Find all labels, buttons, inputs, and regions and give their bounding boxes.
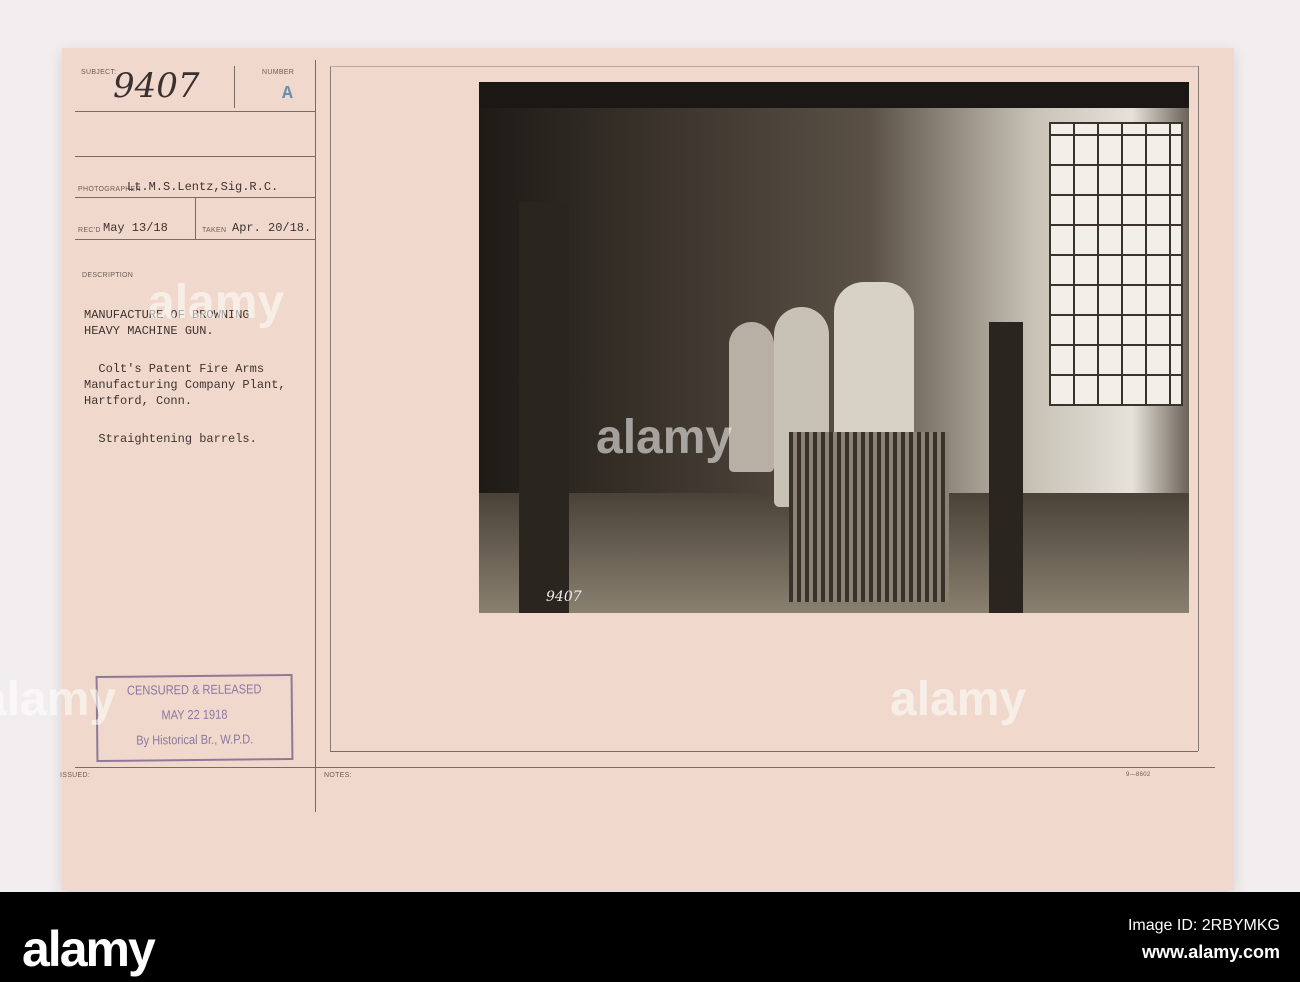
stamp-line: By Historical Br., W.P.D.	[136, 731, 254, 748]
taken-value: Apr. 20/18.	[232, 221, 312, 235]
number-value: A	[282, 84, 293, 104]
taken-label: TAKEN	[202, 227, 227, 234]
description-line: Colt's Patent Fire Arms	[84, 362, 265, 376]
recd-label: REC'D	[78, 227, 101, 234]
stamp-line: CENSURED & RELEASED	[126, 681, 262, 698]
notes-label: NOTES:	[324, 772, 352, 779]
photo-frame-right	[1198, 66, 1199, 751]
number-label: NUMBER	[262, 69, 295, 76]
divider-bottom	[75, 767, 1215, 768]
divider	[75, 111, 315, 112]
watermark: alamy	[890, 673, 1027, 726]
image-id: Image ID: 2RBYMKG	[1127, 917, 1280, 934]
barrel-rack	[789, 432, 949, 602]
description-line: Hartford, Conn.	[84, 394, 193, 408]
photo-frame-left	[330, 66, 331, 751]
censored-stamp: CENSURED & RELEASED MAY 22 1918 By Histo…	[95, 673, 294, 763]
photo-frame-bottom	[330, 751, 1198, 752]
issued-label: ISSUED:	[60, 772, 91, 779]
divider	[75, 239, 315, 240]
photo-marking: 9407	[546, 589, 582, 605]
divider	[75, 156, 315, 157]
ceiling	[479, 82, 1189, 108]
watermark: alamy	[596, 411, 733, 464]
machine-column	[519, 202, 569, 613]
divider-vertical	[315, 60, 316, 812]
footer-bar	[0, 892, 1300, 982]
photographer-value: Lt.M.S.Lentz,Sig.R.C.	[127, 180, 279, 194]
photo-frame-top	[330, 66, 1198, 67]
watermark: alamy	[0, 673, 117, 726]
subject-value: 9407	[113, 66, 200, 106]
subject-label: SUBJECT:	[81, 69, 117, 76]
description-line: Manufacturing Company Plant,	[84, 378, 286, 392]
stamp-line: MAY 22 1918	[161, 706, 228, 723]
alamy-logo: alamy	[22, 921, 156, 977]
divider-number	[234, 66, 235, 108]
description-line: Straightening barrels.	[84, 432, 257, 446]
site-url[interactable]: www.alamy.com	[1142, 942, 1280, 963]
watermark: alamy	[148, 276, 285, 329]
description-label: DESCRIPTION	[82, 272, 134, 279]
factory-window	[1049, 122, 1183, 406]
worker	[729, 322, 774, 472]
form-number: 9—8602	[1126, 772, 1151, 778]
factory-photograph: 9407	[479, 82, 1189, 613]
recd-value: May 13/18	[103, 221, 168, 235]
machine-column	[989, 322, 1023, 613]
divider	[195, 197, 196, 239]
